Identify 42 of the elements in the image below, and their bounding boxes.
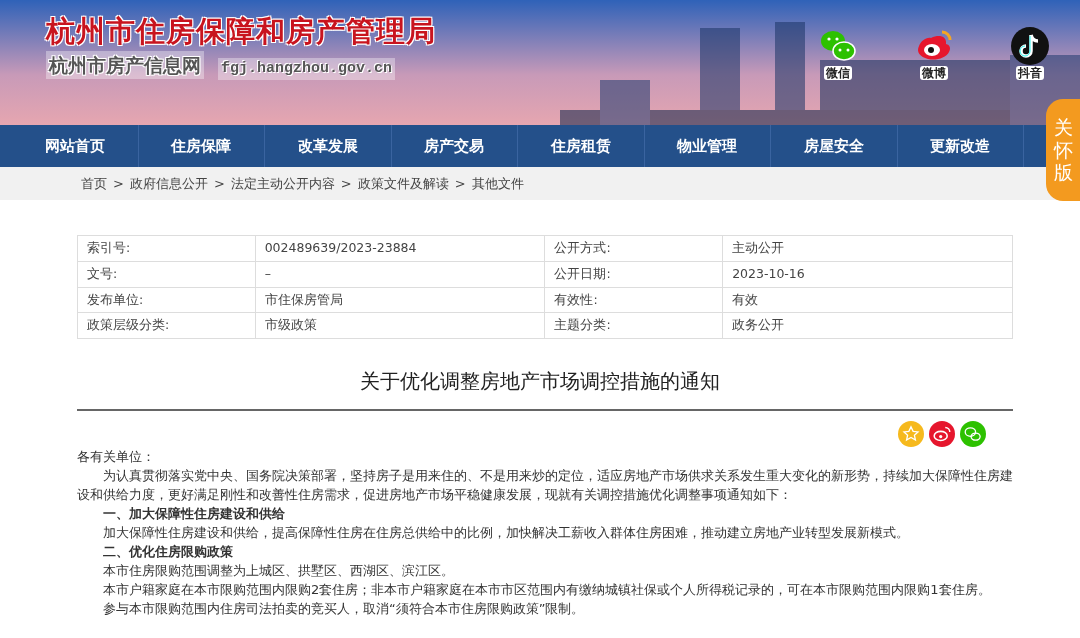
- breadcrumb-link[interactable]: 政府信息公开: [129, 173, 208, 194]
- field-value: 有效: [722, 287, 1013, 313]
- music-note-icon[interactable]: [1010, 26, 1050, 66]
- site-subtitle: 杭州市房产信息网: [46, 50, 204, 80]
- field-label: 发布单位:: [77, 287, 256, 313]
- field-value: 市住保房管局: [255, 287, 545, 313]
- field-label: 公开日期:: [545, 261, 723, 287]
- social-label[interactable]: 微博: [920, 66, 948, 81]
- breadcrumb-separator: >: [113, 174, 124, 193]
- breadcrumb-separator: >: [340, 174, 352, 193]
- breadcrumb-separator: >: [213, 174, 225, 193]
- section-heading: 二、优化住房限购政策: [102, 543, 234, 561]
- field-label: 主题分类:: [545, 312, 723, 339]
- paragraph: 本市住房限购范围调整为上城区、拱墅区、西湖区、滨江区。: [102, 562, 455, 580]
- paragraph: 参与本市限购范围内住房司法拍卖的竞买人，取消“须符合本市住房限购政策”限制。: [102, 600, 586, 618]
- social-label[interactable]: 微信: [824, 66, 852, 81]
- article-title: 关于优化调整房地产市场调控措施的通知: [359, 369, 721, 393]
- field-value: 2023-10-16: [722, 261, 1013, 287]
- paragraph: 加大保障性住房建设和供给，提高保障性住房在住房总供给中的比例，加快解决工薪收入群体住房困难，推动建立房地产业转型发展新模式。: [102, 524, 910, 542]
- site-title: 杭州市住房保障和房产管理局: [46, 14, 436, 49]
- breadcrumb-separator: >: [454, 174, 466, 193]
- field-label: 索引号:: [77, 235, 256, 262]
- field-value: 主动公开: [722, 235, 1013, 262]
- field-label: 文号:: [77, 261, 256, 287]
- breadcrumb-link[interactable]: 其他文件: [471, 173, 524, 194]
- field-label: 政策层级分类:: [77, 312, 256, 339]
- section-heading: 一、加大保障性住房建设和供给: [102, 505, 286, 523]
- breadcrumb-link[interactable]: 政策文件及解读: [357, 173, 449, 194]
- social-label[interactable]: 抖音: [1016, 66, 1044, 81]
- paragraph: 为认真贯彻落实党中央、国务院决策部署，坚持房子是用来住的、不是用来炒的定位，适应房地产市场供求关系发生重大变化的新形势，持续加大保障性住房建设和供给力度，更好满足刚性和改善性住房需求，促进房地产市场平稳健康发展，现就有关调控措施优化调整事项通知如下：: [77, 467, 1013, 504]
- field-value: –: [255, 261, 545, 287]
- breadcrumb-link[interactable]: 首页: [81, 173, 107, 194]
- field-label: 公开方式:: [545, 235, 723, 262]
- field-label: 有效性:: [545, 287, 723, 313]
- breadcrumb-link[interactable]: 法定主动公开内容: [230, 173, 335, 194]
- field-value: 市级政策: [255, 312, 545, 339]
- field-value: 政务公开: [722, 312, 1013, 339]
- eye-logo-icon[interactable]: [929, 421, 955, 447]
- paragraph: 本市户籍家庭在本市限购范围内限购2套住房；非本市户籍家庭在本市市区范围内有缴纳城镇社保或个人所得税记录的，可在本市限购范围内限购1套住房。: [102, 581, 992, 599]
- field-value: 002489639/2023-23884: [255, 235, 545, 262]
- salutation: 各有关单位：: [77, 448, 156, 466]
- site-domain: fgj.hangzhou.gov.cn: [218, 57, 396, 81]
